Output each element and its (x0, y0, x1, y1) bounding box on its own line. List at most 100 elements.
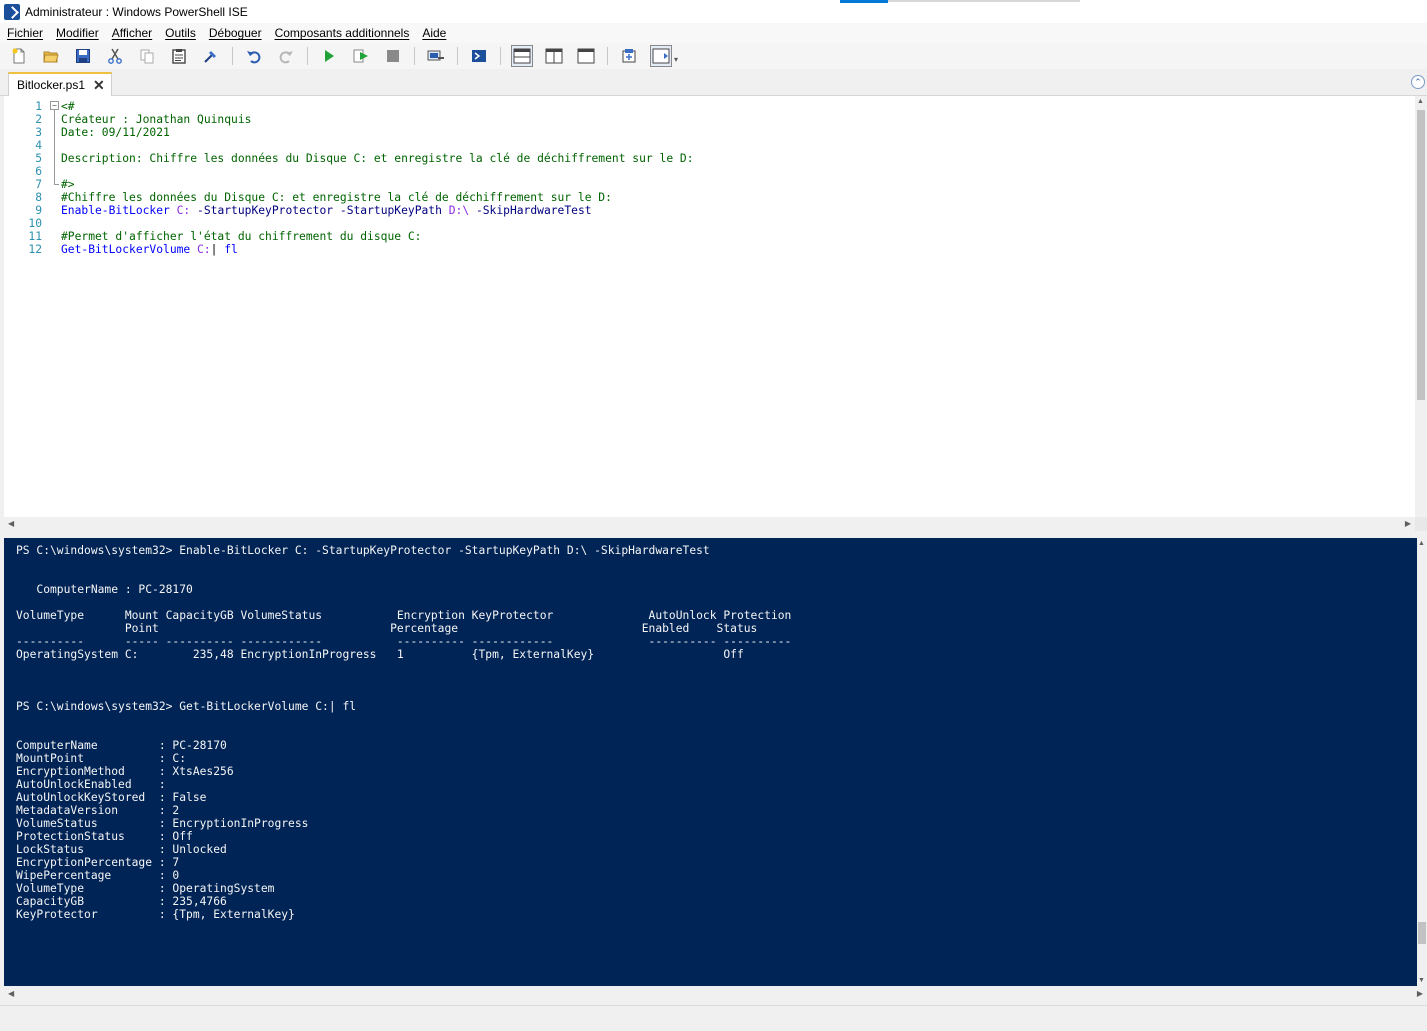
code-token: -SkipHardwareTest (475, 204, 592, 217)
paste-icon[interactable] (168, 45, 190, 67)
copy-icon[interactable] (136, 45, 158, 67)
console-line: PS C:\windows\system32> Get-BitLockerVol… (16, 700, 357, 713)
code-line: #Chiffre les données du Disque C: et enr… (61, 191, 694, 204)
status-bar (0, 1005, 1427, 1031)
scroll-up-icon[interactable]: ▲ (1417, 98, 1424, 105)
close-icon[interactable]: ✕ (93, 78, 105, 92)
console-line: VolumeStatus : EncryptionInProgress (16, 817, 309, 830)
script-tab-strip: Bitlocker.ps1 ✕ ⌃ (0, 69, 1427, 96)
line-number: 8 (35, 191, 42, 204)
scrollbar-thumb[interactable] (1418, 922, 1426, 944)
layout-right-icon[interactable] (543, 45, 565, 67)
menu-deboguer[interactable]: Déboguer (209, 26, 262, 40)
code-token: #Permet d'afficher l'état du chiffrement… (61, 230, 422, 243)
tab-bitlocker-ps1[interactable]: Bitlocker.ps1 ✕ (8, 72, 112, 96)
code-token: -StartupKeyProtector (197, 204, 334, 217)
fold-guide-end (54, 184, 59, 185)
line-number: 4 (35, 139, 42, 152)
addon-icon[interactable] (650, 45, 672, 67)
console-line: WipePercentage : 0 (16, 869, 180, 882)
scroll-right-icon[interactable]: ▶ (1417, 989, 1423, 998)
layout-max-icon[interactable] (575, 45, 597, 67)
toolbar-separator (500, 47, 501, 65)
line-number: 1 (35, 100, 42, 113)
pane-splitter[interactable] (0, 531, 1427, 538)
line-number: 3 (35, 126, 42, 139)
menu-composants-additionnels[interactable]: Composants additionnels (275, 26, 410, 40)
new-icon[interactable] (8, 45, 30, 67)
code-token: Get-BitLockerVolume (61, 243, 191, 256)
code-line: Get-BitLockerVolume C:| fl (61, 243, 694, 256)
console-line: ComputerName : PC-28170 (16, 583, 193, 596)
code-line: Enable-BitLocker C: -StartupKeyProtector… (61, 204, 694, 217)
code-token: Créateur : Jonathan Quinquis (61, 113, 252, 126)
console-line: LockStatus : Unlocked (16, 843, 227, 856)
menu-fichier[interactable]: Fichier (7, 26, 43, 40)
title-accent-secondary (888, 0, 1080, 2)
redo-icon[interactable] (275, 45, 297, 67)
toolbar-separator (607, 47, 608, 65)
open-icon[interactable] (40, 45, 62, 67)
layout-top-icon[interactable] (511, 45, 533, 67)
clear-icon[interactable] (200, 45, 222, 67)
editor-horizontal-scrollbar[interactable]: ◀ ▶ (4, 517, 1427, 531)
commands-icon[interactable] (618, 45, 640, 67)
run-selection-icon[interactable] (350, 45, 372, 67)
remote-icon[interactable] (425, 45, 447, 67)
menu-modifier[interactable]: Modifier (56, 26, 99, 40)
console-line: KeyProtector : {Tpm, ExternalKey} (16, 908, 295, 921)
scroll-right-icon[interactable]: ▶ (1405, 519, 1411, 528)
scroll-left-icon[interactable]: ◀ (8, 519, 14, 528)
editor-vertical-scrollbar[interactable]: ▲ (1415, 96, 1427, 517)
code-token: -StartupKeyPath (339, 204, 442, 217)
code-token: | (210, 243, 225, 256)
menu-outils[interactable]: Outils (165, 26, 196, 40)
menu-afficher[interactable]: Afficher (112, 26, 152, 40)
toolbar-overflow-icon[interactable]: ▾ (674, 55, 678, 64)
code-token: D:\ (441, 204, 476, 217)
stop-icon[interactable] (382, 45, 404, 67)
scrollbar-corner (1415, 517, 1427, 531)
code-line: Créateur : Jonathan Quinquis (61, 113, 694, 126)
console-line: AutoUnlockEnabled : (16, 778, 166, 791)
scroll-up-icon[interactable]: ▲ (1418, 540, 1425, 547)
console-line: PS C:\windows\system32> Enable-BitLocker… (16, 544, 710, 557)
line-number: 11 (28, 230, 42, 243)
code-area[interactable]: <# Créateur : Jonathan Quinquis Date: 09/1… (61, 100, 694, 256)
scroll-down-icon[interactable]: ▼ (1418, 977, 1425, 984)
console-vertical-scrollbar[interactable]: ▲ ▼ (1417, 538, 1427, 986)
console-line: EncryptionMethod : XtsAes256 (16, 765, 234, 778)
line-number: 10 (28, 217, 42, 230)
console-pane[interactable]: PS C:\windows\system32> Enable-BitLocker… (4, 538, 1417, 986)
scroll-left-icon[interactable]: ◀ (8, 989, 14, 998)
toolbar-separator (307, 47, 308, 65)
title-accent (840, 0, 888, 3)
undo-icon[interactable] (243, 45, 265, 67)
run-icon[interactable] (318, 45, 340, 67)
console-line: VolumeType : OperatingSystem (16, 882, 275, 895)
fold-collapse-icon[interactable]: − (50, 101, 59, 110)
cut-icon[interactable] (104, 45, 126, 67)
code-line: <# (61, 100, 694, 113)
console-line: ProtectionStatus : Off (16, 830, 193, 843)
console-line: OperatingSystem C: 235,48 EncryptionInPr… (16, 648, 744, 661)
scrollbar-thumb[interactable] (1417, 110, 1425, 400)
console-horizontal-scrollbar[interactable]: ◀ ▶ (4, 986, 1427, 1002)
console-line: CapacityGB : 235,4766 (16, 895, 227, 908)
save-icon[interactable] (72, 45, 94, 67)
console-line: AutoUnlockKeyStored : False (16, 791, 207, 804)
line-number: 6 (35, 165, 42, 178)
menu-aide[interactable]: Aide (422, 26, 446, 40)
powershell-icon[interactable] (468, 45, 490, 67)
console-line: MetadataVersion : 2 (16, 804, 180, 817)
code-token: C: (169, 204, 198, 217)
code-token: Date: 09/11/2021 (61, 126, 170, 139)
script-editor[interactable]: 1 2 3 4 5 6 7 8 9 10 11 12 − <# Créateur : Jonathan … (4, 96, 1415, 517)
code-line: #> (61, 178, 694, 191)
collapse-script-pane-icon[interactable]: ⌃ (1411, 75, 1425, 89)
fold-guide (54, 110, 55, 184)
